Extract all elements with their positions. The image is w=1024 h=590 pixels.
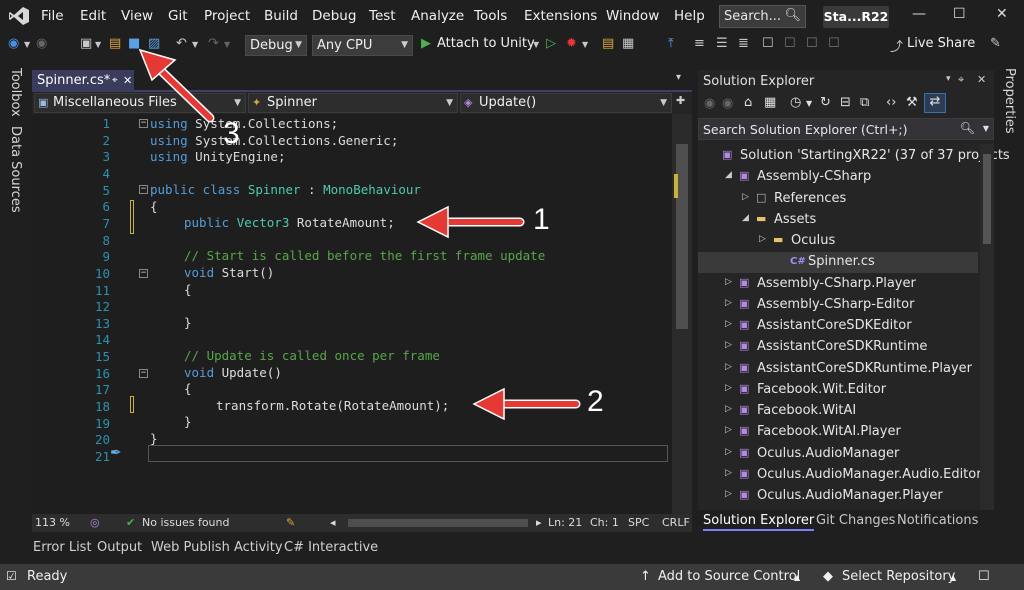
annotation-arrow-3 [138,48,215,123]
annotation-arrow-2 [472,387,581,421]
annotation-arrow-1 [416,205,525,239]
annotation-overlay [138,48,581,421]
annotation-label-3: 3 [223,117,240,150]
annotation-label-2: 2 [587,385,604,418]
annotation-label-1: 1 [533,203,550,236]
